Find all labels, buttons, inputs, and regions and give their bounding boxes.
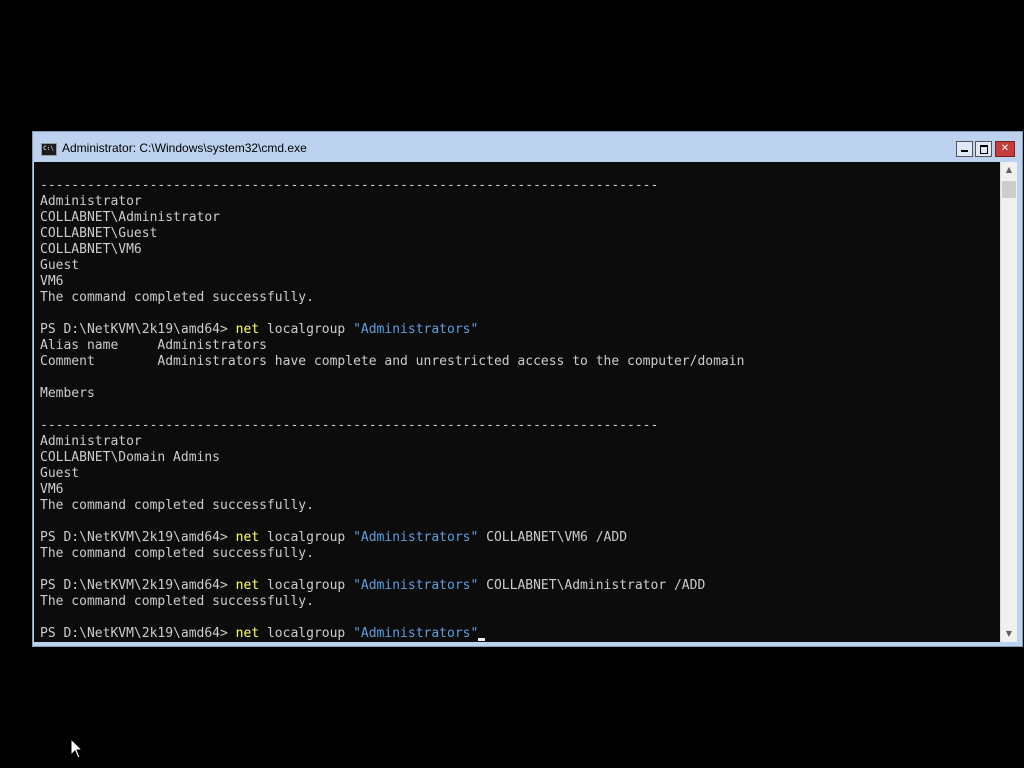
console-line: Comment Administrators have complete and…: [40, 354, 744, 370]
console-line: ----------------------------------------…: [40, 178, 744, 194]
console-text: COLLABNET\Administrator: [40, 210, 221, 225]
console-text: ----------------------------------------…: [40, 418, 659, 433]
maximize-icon: [980, 145, 988, 154]
console-line: PS D:\NetKVM\2k19\amd64> net localgroup …: [40, 322, 744, 338]
console-line: The command completed successfully.: [40, 594, 744, 610]
console-line: Administrator: [40, 434, 744, 450]
console-line: Members: [40, 386, 744, 402]
console-text: ----------------------------------------…: [40, 178, 659, 193]
maximize-button[interactable]: [975, 141, 992, 157]
console-line: COLLABNET\Domain Admins: [40, 450, 744, 466]
console-text: Guest: [40, 258, 80, 273]
console-text: Administrator: [40, 194, 142, 209]
console-text: Guest: [40, 466, 80, 481]
console-text: COLLABNET\Domain Admins: [40, 450, 221, 465]
command-token: net: [235, 626, 260, 641]
console-line: Guest: [40, 466, 744, 482]
vertical-scrollbar[interactable]: ▲ ▼: [1000, 162, 1017, 642]
minimize-icon: [961, 150, 968, 152]
console-line: PS D:\NetKVM\2k19\amd64> net localgroup …: [40, 578, 744, 594]
console-text: The command completed successfully.: [40, 498, 314, 513]
title-bar[interactable]: C:\ Administrator: C:\Windows\system32\c…: [33, 132, 1022, 162]
console-text: COLLABNET\VM6 /ADD: [478, 530, 628, 545]
command-token: net: [235, 322, 260, 337]
console-text: Administrator: [40, 434, 142, 449]
console-line: COLLABNET\Guest: [40, 226, 744, 242]
close-button[interactable]: ✕: [995, 141, 1015, 157]
cmd-icon: C:\: [41, 143, 57, 156]
console-text: PS D:\NetKVM\2k19\amd64>: [40, 530, 236, 545]
console-line: The command completed successfully.: [40, 498, 744, 514]
console-text: Comment Administrators have complete and…: [40, 354, 745, 369]
console-text: Members: [40, 386, 95, 401]
console-text: Alias name Administrators: [40, 338, 267, 353]
string-token: "Administrators": [353, 530, 479, 545]
console-line: The command completed successfully.: [40, 290, 744, 306]
console-line: VM6: [40, 274, 744, 290]
console-output[interactable]: ----------------------------------------…: [34, 162, 1000, 642]
console-text: VM6: [40, 274, 64, 289]
minimize-button[interactable]: [956, 141, 973, 157]
console-text: The command completed successfully.: [40, 546, 314, 561]
console-line: Administrator: [40, 194, 744, 210]
chevron-up-icon: ▲: [1005, 165, 1013, 174]
console-text: PS D:\NetKVM\2k19\amd64>: [40, 578, 236, 593]
string-token: "Administrators": [353, 578, 479, 593]
console-text: localgroup: [259, 626, 354, 641]
console-text: PS D:\NetKVM\2k19\amd64>: [40, 322, 236, 337]
console-line: Guest: [40, 258, 744, 274]
console-text: The command completed successfully.: [40, 594, 314, 609]
mouse-pointer-icon: [70, 738, 84, 759]
console-text: PS D:\NetKVM\2k19\amd64>: [40, 626, 236, 641]
command-token: net: [235, 530, 260, 545]
console-lines: ----------------------------------------…: [40, 178, 744, 642]
string-token: "Administrators": [353, 322, 479, 337]
console-line: COLLABNET\VM6: [40, 242, 744, 258]
scroll-down-button[interactable]: ▼: [1001, 626, 1017, 642]
scroll-up-button[interactable]: ▲: [1001, 162, 1017, 178]
window-title: Administrator: C:\Windows\system32\cmd.e…: [62, 141, 307, 155]
console-text: COLLABNET\Administrator /ADD: [478, 578, 706, 593]
console-line: COLLABNET\Administrator: [40, 210, 744, 226]
console-line: The command completed successfully.: [40, 546, 744, 562]
console-line: PS D:\NetKVM\2k19\amd64> net localgroup …: [40, 626, 744, 642]
string-token: "Administrators": [353, 626, 479, 641]
console-line: PS D:\NetKVM\2k19\amd64> net localgroup …: [40, 530, 744, 546]
console-line: Alias name Administrators: [40, 338, 744, 354]
console-text: localgroup: [259, 322, 354, 337]
scroll-thumb[interactable]: [1002, 181, 1016, 198]
command-token: net: [235, 578, 260, 593]
console-text: The command completed successfully.: [40, 290, 314, 305]
chevron-down-icon: ▼: [1005, 629, 1013, 638]
text-cursor: [478, 638, 486, 641]
console-line: VM6: [40, 482, 744, 498]
close-icon: ✕: [1000, 143, 1010, 154]
console-text: localgroup: [259, 578, 354, 593]
console-text: VM6: [40, 482, 64, 497]
console-text: localgroup: [259, 530, 354, 545]
console-text: COLLABNET\VM6: [40, 242, 142, 257]
console-line: ----------------------------------------…: [40, 418, 744, 434]
cmd-window[interactable]: C:\ Administrator: C:\Windows\system32\c…: [32, 131, 1023, 647]
console-text: COLLABNET\Guest: [40, 226, 158, 241]
